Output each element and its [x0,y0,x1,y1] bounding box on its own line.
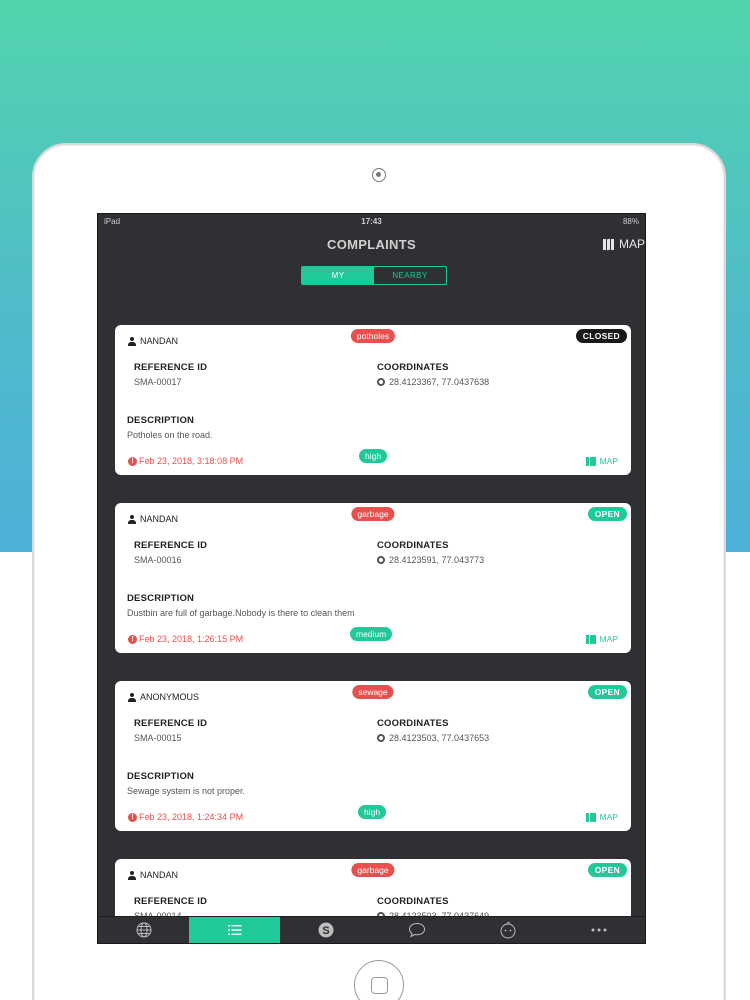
card-map-label: MAP [599,456,618,466]
description-label: DESCRIPTION [127,415,195,426]
reporter-name: NANDAN [140,870,179,880]
complaint-card[interactable]: NANDAN potholes CLOSED REFERENCE ID SMA-0001… [115,325,631,475]
reporter-name: ANONYMOUS [140,692,200,702]
complaint-card[interactable]: NANDAN garbage OPEN REFERENCE ID SMA-00016 CO… [115,503,631,653]
reference-id-label: REFERENCE ID [134,896,208,907]
reference-id-value: SMA-00015 [134,733,182,743]
coordinates-label: COORDINATES [377,718,449,729]
coordinates-value: 28.4123591, 77.043773 [377,555,484,565]
more-icon [591,928,607,932]
card-map-button[interactable]: MAP [586,812,618,822]
date-text: Feb 23, 2018, 1:24:34 PM [139,812,244,822]
alert-icon: ! [128,812,137,822]
coordinates-value: 28.4123367, 77.0437638 [377,377,489,387]
coordinates-text: 28.4123367, 77.0437638 [389,377,490,387]
complaint-date: ! Feb 23, 2018, 1:24:34 PM [128,812,243,822]
status-badge: CLOSED [575,329,627,343]
reporter-name: NANDAN [140,514,179,524]
description-value: Dustbin are full of garbage.Nobody is th… [127,608,355,618]
user-icon [128,870,136,880]
card-map-button[interactable]: MAP [586,456,618,466]
svg-text:S: S [322,925,329,937]
reference-id-value: SMA-00017 [134,377,182,387]
date-text: Feb 23, 2018, 3:18:08 PM [139,456,244,466]
status-badge: OPEN [587,863,627,877]
reference-id-label: REFERENCE ID [134,540,208,551]
reporter: NANDAN [128,514,178,524]
card-map-label: MAP [599,634,618,644]
map-icon [586,812,596,822]
coordinates-label: COORDINATES [377,896,449,907]
user-icon [128,692,136,702]
reference-id-value: SMA-00016 [134,555,182,565]
user-icon [128,514,136,524]
status-badge: OPEN [587,507,627,521]
map-icon [586,456,596,466]
chat-icon [409,922,426,938]
coordinates-text: 28.4123503, 77.0437653 [389,733,490,743]
card-map-button[interactable]: MAP [586,634,618,644]
location-pin-icon [377,734,385,742]
alert-icon: ! [128,456,137,466]
complaint-list: NANDAN potholes CLOSED REFERENCE ID SMA-0001… [98,214,645,943]
tab-skype[interactable]: S [280,917,371,943]
user-icon [128,336,136,346]
category-badge: garbage [351,507,395,521]
category-badge: sewage [352,685,394,699]
complaint-card[interactable]: ANONYMOUS sewage OPEN REFERENCE ID SMA-00015… [115,681,631,831]
description-value: Sewage system is not proper. [127,786,246,796]
description-label: DESCRIPTION [127,771,195,782]
skype-icon: S [318,922,334,938]
list-icon [227,925,242,935]
baby-icon [500,921,516,939]
coordinates-value: 28.4123503, 77.0437653 [377,733,489,743]
date-text: Feb 23, 2018, 1:26:15 PM [139,634,244,644]
complaint-date: ! Feb 23, 2018, 3:18:08 PM [128,456,243,466]
reporter: NANDAN [128,870,178,880]
tab-chat[interactable] [372,917,463,943]
description-label: DESCRIPTION [127,593,195,604]
reference-id-label: REFERENCE ID [134,718,208,729]
reporter-name: NANDAN [140,336,179,346]
tab-baby[interactable] [463,917,554,943]
card-map-label: MAP [599,812,618,822]
map-icon [586,634,596,644]
priority-badge: medium [350,627,393,641]
priority-badge: high [359,449,388,463]
globe-icon [136,922,152,938]
reference-id-label: REFERENCE ID [134,362,208,373]
bottom-tab-bar: S [98,916,645,943]
coordinates-label: COORDINATES [377,540,449,551]
category-badge: potholes [350,329,396,343]
camera-icon [372,168,386,182]
location-pin-icon [377,556,385,564]
priority-badge: high [358,805,387,819]
alert-icon: ! [128,634,137,644]
description-value: Potholes on the road. [127,430,213,440]
app-screen: iPad 17:43 88% COMPLAINTS MAP MY NEARBY … [97,213,646,944]
reporter: NANDAN [128,336,178,346]
location-pin-icon [377,378,385,386]
tab-list[interactable] [189,917,281,943]
category-badge: garbage [351,863,395,877]
reporter: ANONYMOUS [128,692,199,702]
coordinates-label: COORDINATES [377,362,449,373]
complaint-date: ! Feb 23, 2018, 1:26:15 PM [128,634,243,644]
tab-globe[interactable] [98,917,189,943]
coordinates-text: 28.4123591, 77.043773 [389,555,485,565]
status-badge: OPEN [587,685,627,699]
tab-more[interactable] [554,917,645,943]
